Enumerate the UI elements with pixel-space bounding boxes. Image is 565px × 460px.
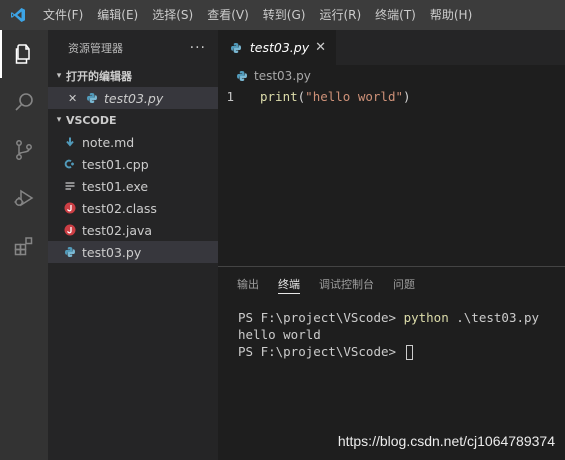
code-paren-open: ( <box>297 89 306 104</box>
explorer-sidebar: 资源管理器 ··· ▾ 打开的编辑器 ✕ test03.py ▾ VSCODE … <box>48 30 218 460</box>
file-name: test01.exe <box>82 178 149 194</box>
menu-edit[interactable]: 编辑(E) <box>90 0 145 30</box>
menu-run[interactable]: 运行(R) <box>312 0 368 30</box>
panel-tabs: 输出 终端 调试控制台 问题 <box>218 267 565 301</box>
chevron-down-icon: ▾ <box>56 115 62 125</box>
title-bar: 文件(F) 编辑(E) 选择(S) 查看(V) 转到(G) 运行(R) 终端(T… <box>0 0 565 30</box>
python-icon <box>64 246 82 258</box>
watermark: https://blog.csdn.net/cj1064789374 <box>337 433 555 449</box>
terminal-prompt: PS F:\project\VScode> <box>238 344 404 359</box>
activity-bar <box>0 30 48 460</box>
terminal-command: python <box>403 310 449 325</box>
line-number: 1 <box>226 89 234 104</box>
vscode-logo-icon <box>0 0 36 30</box>
code-paren-close: ) <box>403 89 411 104</box>
tab-debug-console[interactable]: 调试控制台 <box>319 267 374 301</box>
terminal-line: PS F:\project\VScode> <box>238 343 565 360</box>
cpp-icon <box>64 158 82 170</box>
java-icon <box>64 224 82 236</box>
tab-problems[interactable]: 问题 <box>393 267 415 301</box>
run-debug-icon[interactable] <box>0 174 48 222</box>
tab-test03-py[interactable]: test03.py ✕ <box>218 30 336 65</box>
menu-file[interactable]: 文件(F) <box>36 0 90 30</box>
source-control-icon[interactable] <box>0 126 48 174</box>
java-icon <box>64 202 82 214</box>
python-icon <box>230 42 244 54</box>
file-item-test03-py[interactable]: test03.py <box>48 241 218 263</box>
menu-go[interactable]: 转到(G) <box>256 0 313 30</box>
file-item-test02-java[interactable]: test02.java <box>48 219 218 241</box>
bottom-panel: 输出 终端 调试控制台 问题 PS F:\project\VScode> pyt… <box>218 266 565 460</box>
code-string: "hello world" <box>305 89 404 104</box>
breadcrumb-file[interactable]: test03.py <box>254 69 311 83</box>
open-editors-section[interactable]: ▾ 打开的编辑器 <box>48 65 218 87</box>
terminal-cursor <box>405 345 413 360</box>
file-name: test02.class <box>82 200 157 216</box>
close-icon[interactable]: ✕ <box>315 40 326 55</box>
terminal-line: PS F:\project\VScode> python .\test03.py <box>238 309 565 326</box>
extensions-icon[interactable] <box>0 222 48 270</box>
menu-selection[interactable]: 选择(S) <box>145 0 200 30</box>
file-name: note.md <box>82 134 135 150</box>
python-icon <box>236 70 248 82</box>
file-name: test01.cpp <box>82 156 149 172</box>
tab-output[interactable]: 输出 <box>237 267 259 301</box>
open-editor-filename: test03.py <box>104 90 164 106</box>
open-editors-label: 打开的编辑器 <box>66 70 132 83</box>
file-name: test02.java <box>82 222 153 238</box>
workspace-section[interactable]: ▾ VSCODE <box>48 109 218 131</box>
code-function: print <box>260 89 298 104</box>
python-icon <box>86 92 104 104</box>
exe-icon <box>64 180 82 192</box>
markdown-icon <box>64 136 82 148</box>
menu-help[interactable]: 帮助(H) <box>423 0 479 30</box>
terminal-args: .\test03.py <box>448 310 540 325</box>
breadcrumb: test03.py <box>218 65 565 87</box>
more-actions-icon[interactable]: ··· <box>190 40 206 56</box>
terminal[interactable]: PS F:\project\VScode> python .\test03.py… <box>218 301 565 360</box>
tab-label: test03.py <box>249 40 310 55</box>
terminal-output: hello world <box>238 327 321 342</box>
file-item-test01-exe[interactable]: test01.exe <box>48 175 218 197</box>
file-name: test03.py <box>82 244 142 260</box>
workspace-label: VSCODE <box>66 113 117 127</box>
search-icon[interactable] <box>0 78 48 126</box>
explorer-icon[interactable] <box>0 30 48 78</box>
file-item-test01-cpp[interactable]: test01.cpp <box>48 153 218 175</box>
code-line[interactable]: 1 print("hello world") <box>218 87 565 106</box>
chevron-down-icon: ▾ <box>56 71 62 81</box>
menu-terminal[interactable]: 终端(T) <box>368 0 423 30</box>
explorer-header: 资源管理器 ··· <box>48 30 218 65</box>
menu-bar: 文件(F) 编辑(E) 选择(S) 查看(V) 转到(G) 运行(R) 终端(T… <box>36 0 479 30</box>
close-icon[interactable]: ✕ <box>68 92 86 105</box>
open-editor-item[interactable]: ✕ test03.py <box>48 87 218 109</box>
file-item-test02-class[interactable]: test02.class <box>48 197 218 219</box>
editor-tabs: test03.py ✕ <box>218 30 565 65</box>
menu-view[interactable]: 查看(V) <box>200 0 256 30</box>
explorer-title: 资源管理器 <box>68 41 123 55</box>
tab-terminal[interactable]: 终端 <box>278 267 300 301</box>
file-item-note-md[interactable]: note.md <box>48 131 218 153</box>
terminal-prompt: PS F:\project\VScode> <box>238 310 404 325</box>
